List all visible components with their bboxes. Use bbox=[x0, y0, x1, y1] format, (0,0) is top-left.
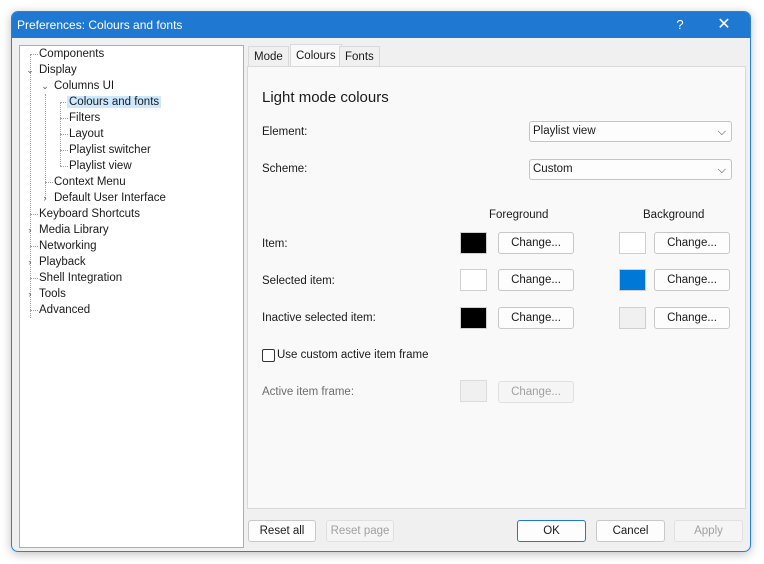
item-background-swatch bbox=[619, 232, 646, 254]
reset-all-button[interactable]: Reset all bbox=[248, 520, 316, 542]
item-label: Item: bbox=[262, 238, 288, 250]
element-dropdown-value: Playlist view bbox=[533, 125, 596, 137]
chevron-right-icon[interactable]: › bbox=[25, 222, 35, 238]
tab-mode[interactable]: Mode bbox=[248, 46, 289, 67]
tree-item-label: Advanced bbox=[39, 304, 91, 316]
inactive-selected-item-foreground-change-button[interactable]: Change... bbox=[498, 307, 574, 329]
tree-item-layout[interactable]: Layout bbox=[67, 126, 106, 142]
tree-item-playlist-view[interactable]: Playlist view bbox=[67, 158, 134, 174]
window-title: Preferences: Colours and fonts bbox=[17, 18, 183, 32]
preferences-tree[interactable]: ⌄ ⌄ › › › › Components Display Columns U… bbox=[19, 45, 244, 548]
custom-active-frame-label[interactable]: Use custom active item frame bbox=[277, 349, 428, 361]
element-label: Element: bbox=[262, 126, 308, 138]
selected-item-background-swatch bbox=[619, 269, 646, 291]
item-background-change-button[interactable]: Change... bbox=[654, 232, 730, 254]
selected-item-foreground-swatch bbox=[460, 269, 487, 291]
scheme-dropdown-value: Custom bbox=[533, 163, 573, 175]
ok-button[interactable]: OK bbox=[517, 520, 586, 542]
chevron-down-icon: ⌵ bbox=[717, 164, 726, 176]
tree-item-label: Filters bbox=[69, 112, 101, 124]
foreground-header: Foreground bbox=[489, 209, 549, 221]
inactive-selected-item-foreground-swatch bbox=[460, 307, 487, 329]
tree-item-colours-and-fonts[interactable]: Colours and fonts bbox=[67, 94, 162, 110]
chevron-right-icon[interactable]: › bbox=[25, 286, 35, 302]
tree-item-keyboard-shortcuts[interactable]: Keyboard Shortcuts bbox=[37, 206, 142, 222]
cancel-button[interactable]: Cancel bbox=[596, 520, 665, 542]
help-button[interactable]: ? bbox=[658, 12, 702, 38]
title-bar: Preferences: Colours and fonts ? ✕ bbox=[12, 12, 750, 38]
tree-item-label: Keyboard Shortcuts bbox=[39, 208, 141, 220]
item-foreground-change-button[interactable]: Change... bbox=[498, 232, 574, 254]
tree-item-playback[interactable]: Playback bbox=[37, 254, 88, 270]
selected-item-label: Selected item: bbox=[262, 275, 335, 287]
custom-active-frame-checkbox[interactable] bbox=[262, 349, 275, 362]
colours-panel: Light mode colours Element: Playlist vie… bbox=[247, 66, 746, 509]
chevron-down-icon[interactable]: ⌄ bbox=[25, 62, 35, 78]
reset-page-button[interactable]: Reset page bbox=[326, 520, 394, 542]
tree-item-label: Context Menu bbox=[54, 176, 126, 188]
preferences-window: Preferences: Colours and fonts ? ✕ ⌄ ⌄ ›… bbox=[11, 11, 751, 552]
tree-item-label: Shell Integration bbox=[39, 272, 123, 284]
item-foreground-swatch bbox=[460, 232, 487, 254]
tree-item-advanced[interactable]: Advanced bbox=[37, 302, 92, 318]
close-button[interactable]: ✕ bbox=[702, 12, 746, 38]
tree-item-shell-integration[interactable]: Shell Integration bbox=[37, 270, 124, 286]
tree-item-label: Playback bbox=[39, 256, 86, 268]
tree-item-context-menu[interactable]: Context Menu bbox=[52, 174, 128, 190]
apply-button[interactable]: Apply bbox=[674, 520, 743, 542]
tree-item-label: Playlist switcher bbox=[69, 144, 151, 156]
chevron-down-icon: ⌵ bbox=[717, 126, 726, 138]
chevron-right-icon[interactable]: › bbox=[40, 190, 50, 206]
tree-item-label: Default User Interface bbox=[54, 192, 166, 204]
tree-item-label: Display bbox=[39, 64, 77, 76]
panel-title: Light mode colours bbox=[262, 89, 389, 106]
tree-item-columns-ui[interactable]: Columns UI bbox=[52, 78, 116, 94]
active-frame-label: Active item frame: bbox=[262, 386, 355, 398]
tree-item-components[interactable]: Components bbox=[37, 46, 106, 62]
chevron-down-icon[interactable]: ⌄ bbox=[40, 78, 50, 94]
tree-item-label: Playlist view bbox=[69, 160, 132, 172]
selected-item-background-change-button[interactable]: Change... bbox=[654, 269, 730, 291]
background-header: Background bbox=[643, 209, 705, 221]
tree-item-label: Columns UI bbox=[54, 80, 115, 92]
tree-item-label: Colours and fonts bbox=[67, 96, 162, 108]
selected-item-foreground-change-button[interactable]: Change... bbox=[498, 269, 574, 291]
scheme-label: Scheme: bbox=[262, 163, 308, 175]
tree-item-default-user-interface[interactable]: Default User Interface bbox=[52, 190, 168, 206]
tree-item-networking[interactable]: Networking bbox=[37, 238, 99, 254]
tree-item-display[interactable]: Display bbox=[37, 62, 79, 78]
tree-item-label: Media Library bbox=[39, 224, 109, 236]
chevron-right-icon[interactable]: › bbox=[25, 254, 35, 270]
element-dropdown[interactable]: Playlist view ⌵ bbox=[529, 121, 732, 142]
tree-item-tools[interactable]: Tools bbox=[37, 286, 68, 302]
tree-item-label: Networking bbox=[39, 240, 97, 252]
scheme-dropdown[interactable]: Custom ⌵ bbox=[529, 159, 732, 180]
tree-item-media-library[interactable]: Media Library bbox=[37, 222, 111, 238]
inactive-selected-item-label: Inactive selected item: bbox=[262, 312, 376, 324]
tree-item-label: Layout bbox=[69, 128, 104, 140]
tab-fonts[interactable]: Fonts bbox=[339, 46, 380, 67]
inactive-selected-item-background-change-button[interactable]: Change... bbox=[654, 307, 730, 329]
tab-colours[interactable]: Colours bbox=[290, 44, 342, 67]
inactive-selected-item-background-swatch bbox=[619, 307, 646, 329]
active-frame-swatch bbox=[460, 380, 487, 402]
tree-item-label: Components bbox=[39, 48, 105, 60]
tree-item-label: Tools bbox=[39, 288, 66, 300]
active-frame-change-button[interactable]: Change... bbox=[498, 381, 574, 403]
tree-item-filters[interactable]: Filters bbox=[67, 110, 102, 126]
tree-item-playlist-switcher[interactable]: Playlist switcher bbox=[67, 142, 153, 158]
